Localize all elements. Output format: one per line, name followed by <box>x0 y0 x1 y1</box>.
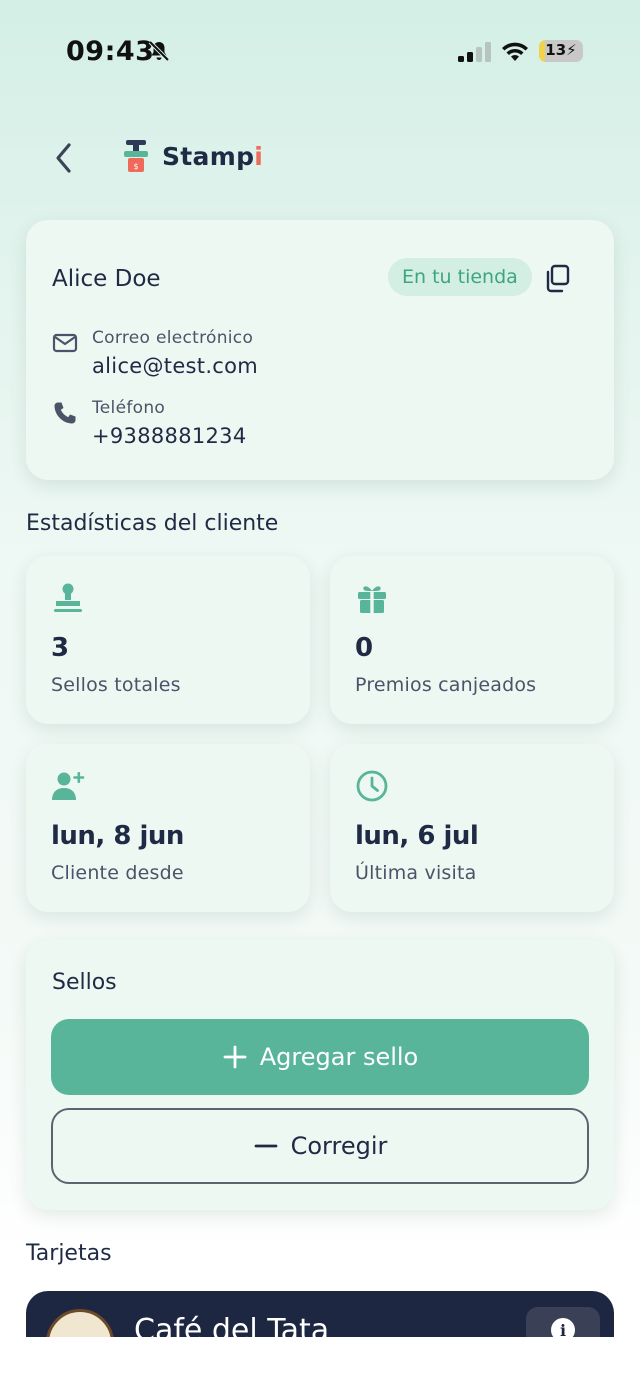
stat-card-total-stamps: 3 Sellos totales <box>26 556 310 724</box>
phone-value[interactable]: +9388881234 <box>92 424 247 448</box>
stamps-title: Sellos <box>52 970 117 995</box>
mail-icon <box>52 333 78 353</box>
chevron-left-icon <box>56 143 71 173</box>
stat-label: Sellos totales <box>51 674 181 696</box>
copy-icon[interactable] <box>542 262 574 294</box>
add-stamp-label: Agregar sello <box>259 1043 419 1071</box>
phone-icon <box>54 402 76 424</box>
phone-row: Teléfono +9388881234 <box>52 398 247 448</box>
status-time: 09:43 <box>66 36 155 67</box>
correct-button[interactable]: Corregir <box>51 1108 589 1184</box>
add-stamp-button[interactable]: Agregar sello <box>51 1019 589 1095</box>
correct-label: Corregir <box>290 1132 388 1160</box>
email-label: Correo electrónico <box>92 328 254 348</box>
stat-label: Premios canjeados <box>355 674 537 696</box>
email-value[interactable]: alice@test.com <box>92 354 258 378</box>
wifi-icon <box>502 42 528 61</box>
stamps-card: Sellos Agregar sello Corregir <box>26 940 614 1210</box>
status-badge: En tu tienda <box>388 258 532 296</box>
battery-level: 13⚡ <box>545 41 577 59</box>
cards-section-title: Tarjetas <box>26 1241 112 1266</box>
clock-icon <box>356 770 388 802</box>
cellular-signal-icon <box>458 42 491 62</box>
stamp-logo-icon: $ <box>124 140 148 172</box>
svg-text:$: $ <box>133 162 138 171</box>
stat-value: lun, 6 jul <box>355 821 479 851</box>
minus-icon <box>254 1144 278 1148</box>
brand-logo: $ Stampi <box>122 138 263 174</box>
plus-icon <box>223 1045 247 1069</box>
nav-bar: $ Stampi <box>0 130 640 186</box>
bottom-safe-area <box>0 1337 640 1391</box>
stat-card-rewards: 0 Premios canjeados <box>330 556 614 724</box>
gift-icon <box>358 586 386 613</box>
customer-card: Alice Doe En tu tienda Correo electrónic… <box>26 220 614 480</box>
customer-name: Alice Doe <box>52 266 161 292</box>
stat-value: 3 <box>51 633 69 663</box>
status-bar: 09:43 13⚡ <box>0 0 640 100</box>
stamp-icon <box>54 583 82 612</box>
back-button[interactable] <box>44 138 84 178</box>
user-plus-icon <box>52 772 85 800</box>
phone-label: Teléfono <box>92 398 166 418</box>
stats-section-title: Estadísticas del cliente <box>26 511 279 536</box>
stat-label: Cliente desde <box>51 862 184 884</box>
email-row: Correo electrónico alice@test.com <box>52 328 258 378</box>
battery-charging-icon: 13⚡ <box>539 40 583 62</box>
stat-card-last-visit: lun, 6 jul Última visita <box>330 744 614 912</box>
stat-label: Última visita <box>355 862 477 884</box>
stat-value: lun, 8 jun <box>51 821 184 851</box>
stat-value: 0 <box>355 633 373 663</box>
brand-name: Stampi <box>162 141 264 171</box>
bell-slash-icon <box>148 40 170 62</box>
stat-card-customer-since: lun, 8 jun Cliente desde <box>26 744 310 912</box>
